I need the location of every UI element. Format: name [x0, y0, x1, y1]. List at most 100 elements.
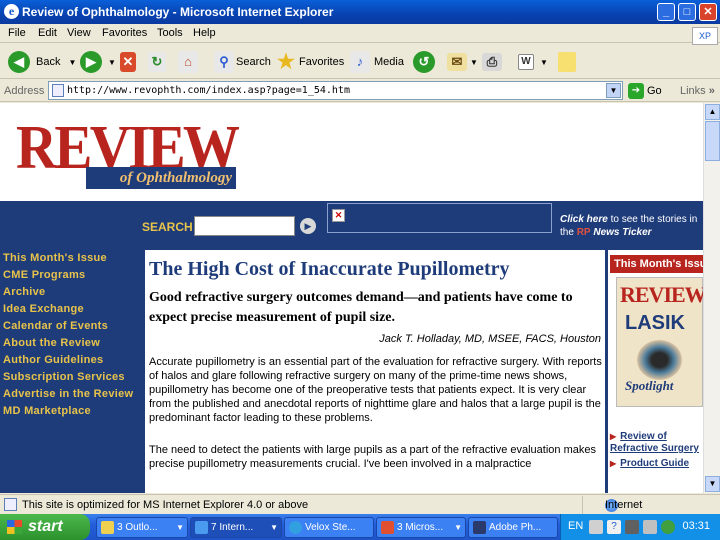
windows-logo-icon: [7, 520, 22, 534]
menu-file[interactable]: File: [8, 27, 26, 39]
menu-favorites[interactable]: Favorites: [102, 27, 147, 39]
nav-calendar-of-events[interactable]: Calendar of Events: [3, 318, 148, 335]
issue-cover-image[interactable]: REVIEW LASIK Spotlight: [616, 277, 703, 407]
favorites-button[interactable]: ★ Favorites: [275, 49, 344, 75]
task-microsoft[interactable]: 3 Micros... ▼: [376, 517, 466, 538]
start-button[interactable]: start: [0, 514, 90, 540]
task-label: 3 Outlo...: [117, 522, 158, 533]
nav-about-the-review[interactable]: About the Review: [3, 335, 148, 352]
language-indicator[interactable]: EN: [568, 520, 583, 532]
edit-button[interactable]: W ▼: [518, 49, 548, 75]
messenger-button[interactable]: [558, 49, 576, 75]
chevron-down-icon[interactable]: ▼: [540, 58, 548, 67]
menu-view[interactable]: View: [67, 27, 91, 39]
ad-banner[interactable]: [327, 203, 552, 233]
cover-title: LASIK: [625, 312, 685, 334]
sidebar-link-product-guide[interactable]: ▶ Product Guide: [610, 458, 703, 470]
keyboard-icon[interactable]: [589, 520, 603, 534]
zone-label: Internet: [605, 499, 643, 511]
task-label: 7 Intern...: [211, 522, 254, 533]
nav-this-months-issue[interactable]: This Month's Issue: [3, 250, 148, 267]
print-button[interactable]: ⎙: [482, 49, 502, 75]
stop-icon: ✕: [120, 52, 136, 72]
photoshop-icon: [473, 521, 486, 534]
volume-icon[interactable]: [643, 520, 657, 534]
task-velox[interactable]: Velox Ste...: [284, 517, 374, 538]
scroll-thumb[interactable]: [705, 121, 720, 161]
home-icon: ⌂: [178, 51, 198, 73]
links-button[interactable]: Links »: [680, 85, 715, 97]
network-icon[interactable]: [625, 520, 639, 534]
home-button[interactable]: ⌂: [178, 49, 198, 75]
go-button[interactable]: ➔ Go: [628, 83, 662, 99]
nav-cme-programs[interactable]: CME Programs: [3, 267, 148, 284]
ticker-click-link[interactable]: Click here: [560, 214, 608, 225]
article-author: Jack T. Holladay, MD, MSEE, FACS, Housto…: [379, 333, 601, 345]
cover-logo: REVIEW: [620, 282, 703, 307]
forward-button[interactable]: ▶ ▼: [80, 49, 116, 75]
article-paragraph-2: The need to detect the patients with lar…: [149, 444, 596, 470]
search-go-button[interactable]: ▶: [300, 218, 316, 234]
chevron-down-icon: ▼: [270, 523, 278, 532]
chevron-down-icon: ▼: [454, 523, 462, 532]
nav-author-guidelines[interactable]: Author Guidelines: [3, 352, 148, 369]
history-button[interactable]: ↺: [413, 49, 435, 75]
history-icon: ↺: [413, 51, 435, 73]
chevron-down-icon[interactable]: ▼: [606, 83, 621, 98]
task-outlook[interactable]: 3 Outlo... ▼: [96, 517, 188, 538]
security-zone: Internet: [582, 496, 720, 514]
scroll-down-icon[interactable]: ▼: [705, 476, 720, 492]
title-bar: e Review of Ophthalmology - Microsoft In…: [0, 0, 720, 24]
maximize-button[interactable]: □: [678, 3, 696, 21]
start-label: start: [28, 518, 63, 535]
forward-arrow-icon: ▶: [80, 51, 102, 73]
nav-advertise[interactable]: Advertise in the Review: [3, 386, 148, 403]
search-icon: ⚲: [214, 51, 234, 73]
clock[interactable]: 03:31: [682, 520, 710, 532]
go-label: Go: [647, 85, 662, 97]
address-url[interactable]: http://www.revophth.com/index.asp?page=1…: [67, 85, 350, 96]
address-input[interactable]: http://www.revophth.com/index.asp?page=1…: [48, 81, 623, 100]
back-button[interactable]: ◀ Back ▼: [8, 49, 76, 75]
back-arrow-icon: ◀: [8, 51, 30, 73]
mail-button[interactable]: ✉ ▼: [447, 49, 478, 75]
menu-bar: File Edit View Favorites Tools Help XP: [0, 24, 720, 45]
task-label: Adobe Ph...: [489, 522, 542, 533]
go-arrow-icon: ➔: [628, 83, 644, 99]
stop-button[interactable]: ✕: [120, 49, 136, 75]
chevron-down-icon[interactable]: ▼: [68, 58, 76, 67]
menu-edit[interactable]: Edit: [38, 27, 57, 39]
page-icon: [52, 84, 64, 97]
antivirus-icon[interactable]: [661, 520, 675, 534]
media-icon: ♪: [350, 51, 370, 73]
triangle-right-icon: ▶: [610, 459, 617, 468]
refresh-button[interactable]: ↻: [148, 49, 166, 75]
nav-md-marketplace[interactable]: MD Marketplace: [3, 403, 148, 420]
menu-help[interactable]: Help: [193, 27, 216, 39]
sidebar-link-review-refractive[interactable]: ▶ Review of Refractive Surgery: [610, 431, 703, 455]
help-icon[interactable]: ?: [607, 520, 621, 534]
page-icon: [4, 498, 17, 511]
media-button[interactable]: ♪ Media: [350, 49, 404, 75]
chevron-down-icon[interactable]: ▼: [108, 58, 116, 67]
search-input[interactable]: [194, 216, 295, 236]
links-label: Links: [680, 85, 706, 97]
minimize-button[interactable]: _: [657, 3, 675, 21]
nav-subscription-services[interactable]: Subscription Services: [3, 369, 148, 386]
print-icon: ⎙: [482, 53, 502, 71]
task-adobe-photoshop[interactable]: Adobe Ph...: [468, 517, 558, 538]
scroll-up-icon[interactable]: ▲: [705, 104, 720, 120]
nav-idea-exchange[interactable]: Idea Exchange: [3, 301, 148, 318]
search-button[interactable]: ⚲ Search: [214, 49, 271, 75]
menu-tools[interactable]: Tools: [157, 27, 183, 39]
article-title: The High Cost of Inaccurate Pupillometry: [149, 258, 510, 280]
task-internet-explorer[interactable]: 7 Intern... ▼: [190, 517, 282, 538]
site-logo[interactable]: REVIEW of Ophthalmology: [16, 117, 316, 197]
star-icon: ★: [277, 51, 295, 73]
taskbar: start 3 Outlo... ▼ 7 Intern... ▼ Velox Ste…: [0, 514, 720, 540]
news-ticker[interactable]: Click here to see the stories in the RP …: [560, 213, 703, 239]
nav-archive[interactable]: Archive: [3, 284, 148, 301]
chevron-down-icon[interactable]: ▼: [470, 58, 478, 67]
close-button[interactable]: ✕: [699, 3, 717, 21]
vertical-scrollbar[interactable]: ▲ ▼: [703, 103, 720, 493]
